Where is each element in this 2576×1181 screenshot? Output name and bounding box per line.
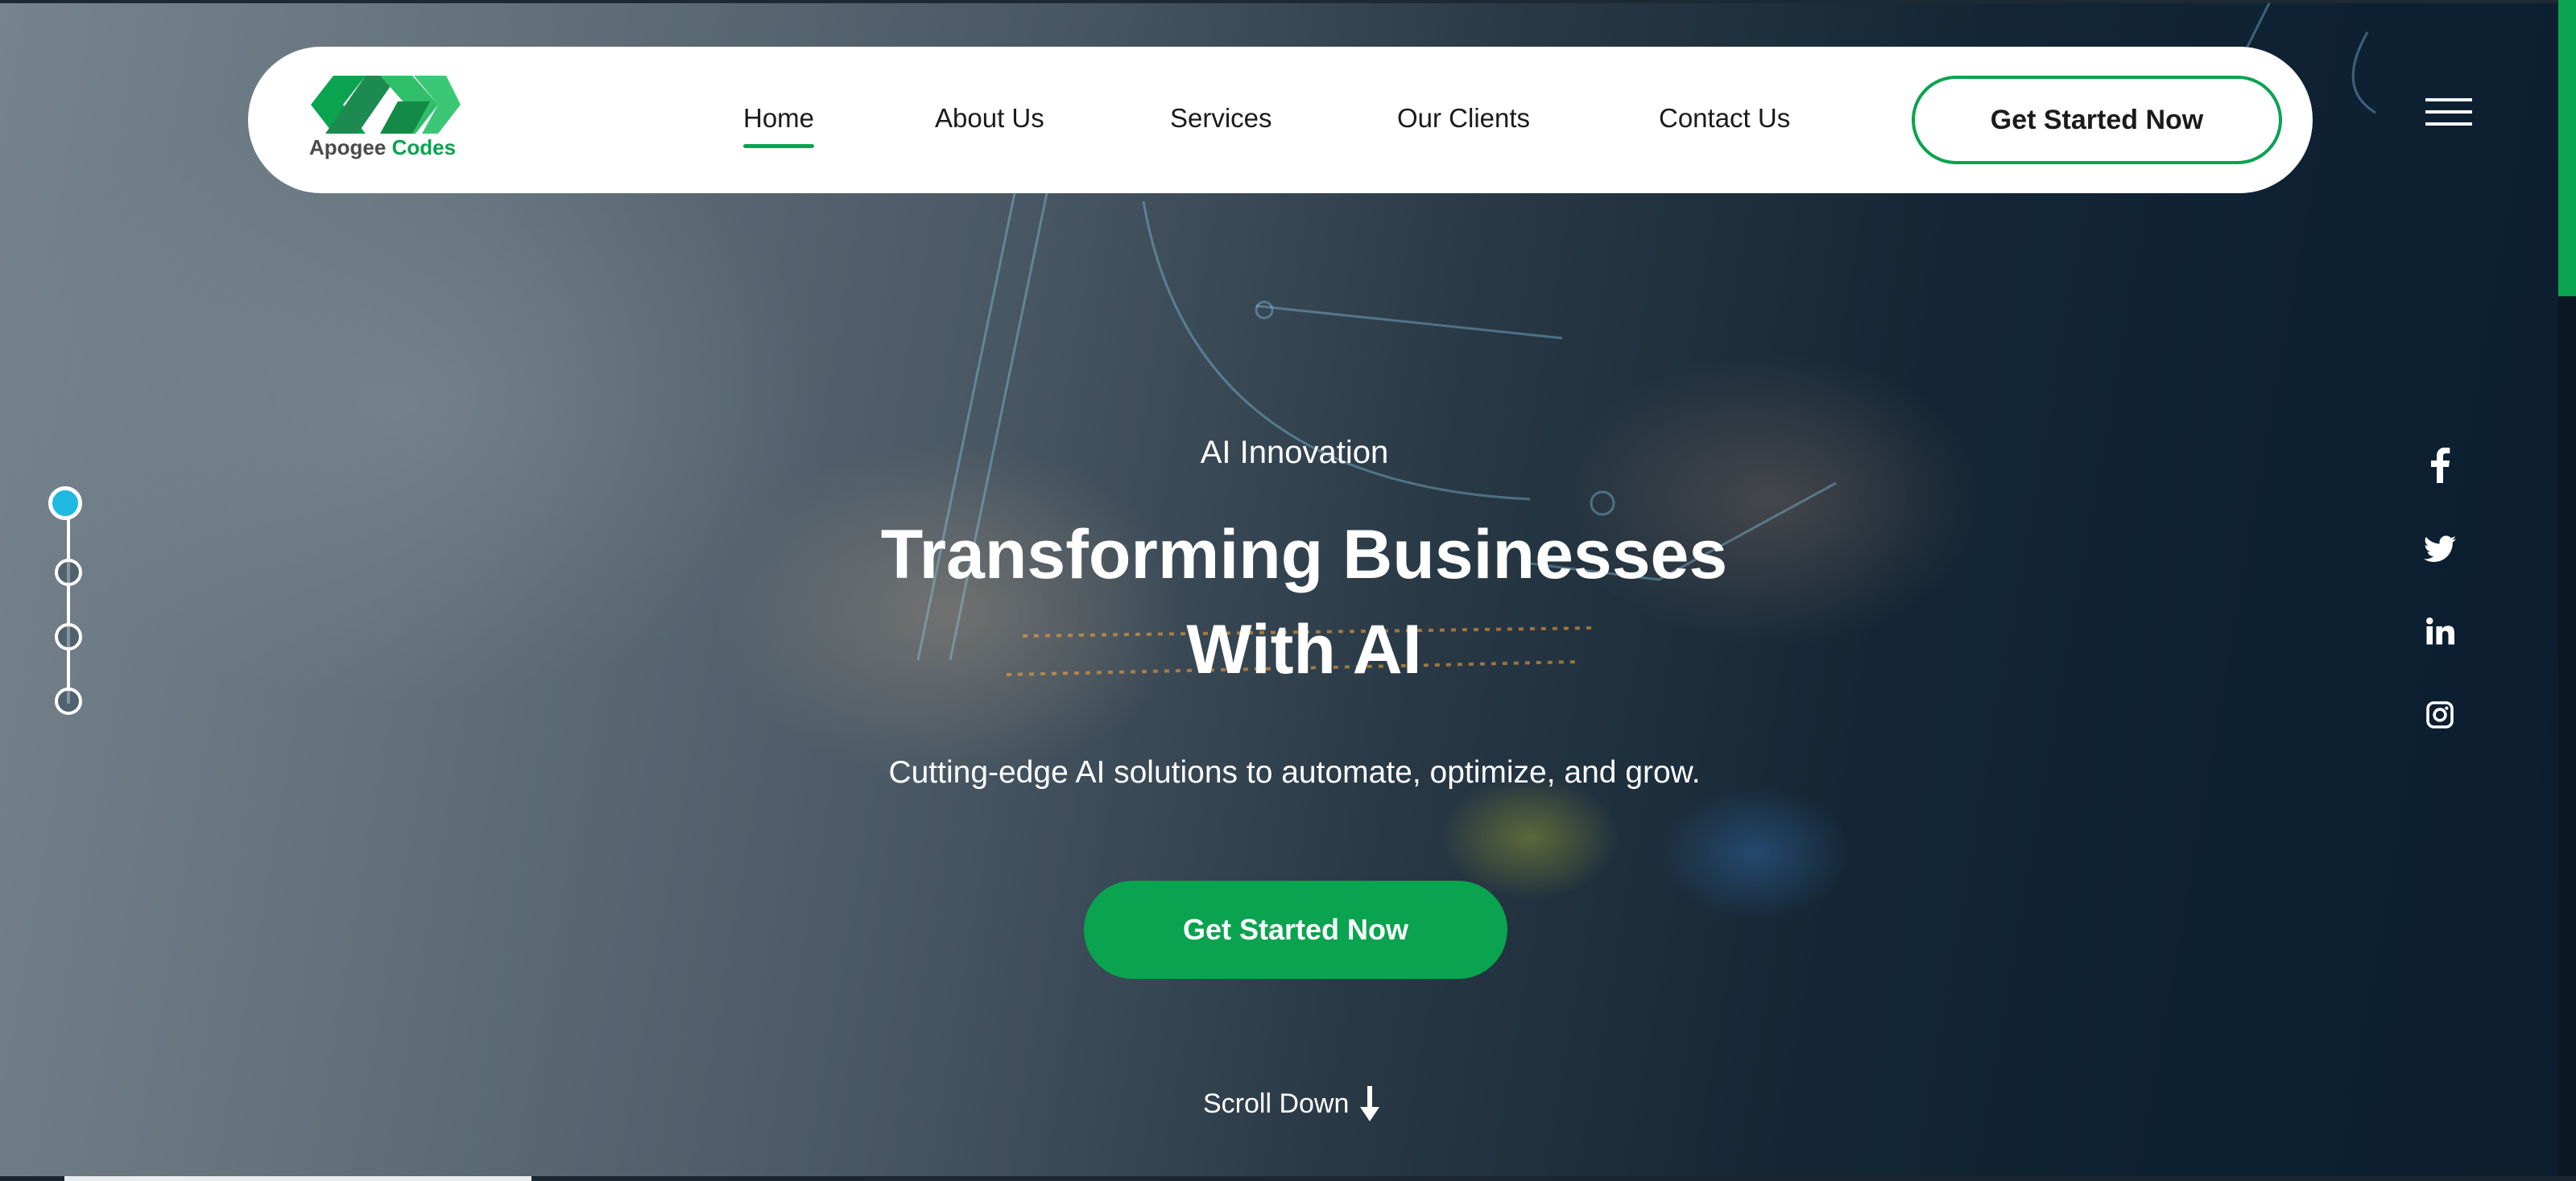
- brand-name[interactable]: Apogee Codes: [309, 135, 456, 160]
- hamburger-bar: [2425, 98, 2472, 101]
- nav-link-services[interactable]: Services: [1170, 103, 1272, 134]
- hero-eyebrow: AI Innovation: [1200, 435, 1389, 470]
- bottom-progress-strip: [0, 1176, 2576, 1181]
- top-progress-line: [0, 0, 2576, 3]
- arrow-down-icon: [1360, 1086, 1380, 1121]
- hero-subheadline: Cutting-edge AI solutions to automate, o…: [888, 755, 1701, 790]
- instagram-glyph: [2426, 701, 2454, 729]
- hero-headline: Transforming Businesses With AI: [0, 507, 2576, 697]
- nav-link-home[interactable]: Home: [743, 103, 815, 148]
- nav-link-about-us[interactable]: About Us: [935, 103, 1044, 134]
- brand-name-part1: Apogee: [309, 135, 387, 159]
- instagram-icon[interactable]: [2417, 692, 2462, 737]
- brand-logo-mark: [311, 76, 461, 134]
- page-scrollbar-thumb[interactable]: [2558, 0, 2576, 296]
- scroll-down-link[interactable]: Scroll Down: [1203, 1084, 1380, 1124]
- bottom-progress-segment: [64, 1176, 531, 1181]
- nav-link-contact-us[interactable]: Contact Us: [1659, 103, 1790, 134]
- nav-link-our-clients[interactable]: Our Clients: [1397, 103, 1530, 134]
- hamburger-bar: [2425, 110, 2472, 114]
- hero-get-started-button[interactable]: Get Started Now: [1084, 881, 1507, 979]
- navbar: Apogee Codes Home About Us Services Our …: [248, 47, 2313, 193]
- hamburger-menu-icon[interactable]: [2425, 98, 2472, 126]
- nav-get-started-button[interactable]: Get Started Now: [1912, 76, 2282, 164]
- hamburger-bar: [2425, 122, 2472, 126]
- scroll-down-label: Scroll Down: [1203, 1088, 1350, 1119]
- hero-headline-line2: With AI: [1186, 611, 1422, 688]
- page: Apogee Codes Home About Us Services Our …: [0, 0, 2576, 1181]
- brand-name-part2: Codes: [391, 135, 457, 159]
- hero-headline-line1: Transforming Businesses: [880, 516, 1728, 593]
